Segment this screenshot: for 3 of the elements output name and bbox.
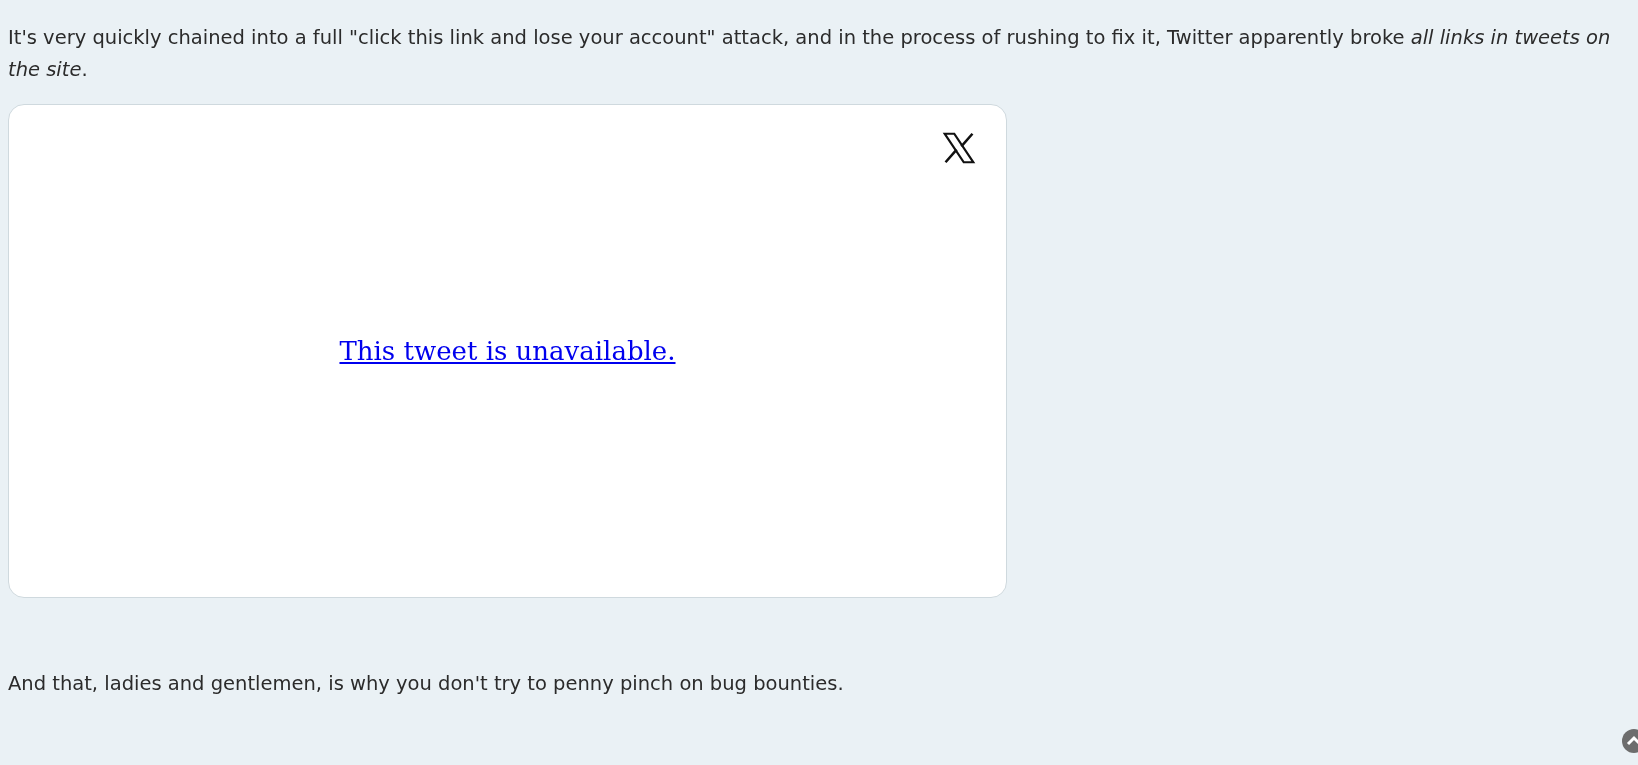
unavailable-link[interactable]: This tweet is unavailable. [339,335,676,367]
paragraph: It's very quickly chained into a full "click this link and lose your account" attack, and in the process of rushing to fix it, Twitter apparently broke all links in tweets on the site. [8,25,1612,83]
paragraph: And that, ladies and gentlemen, is why you don't try to penny pinch on bug bounties. [8,671,845,697]
